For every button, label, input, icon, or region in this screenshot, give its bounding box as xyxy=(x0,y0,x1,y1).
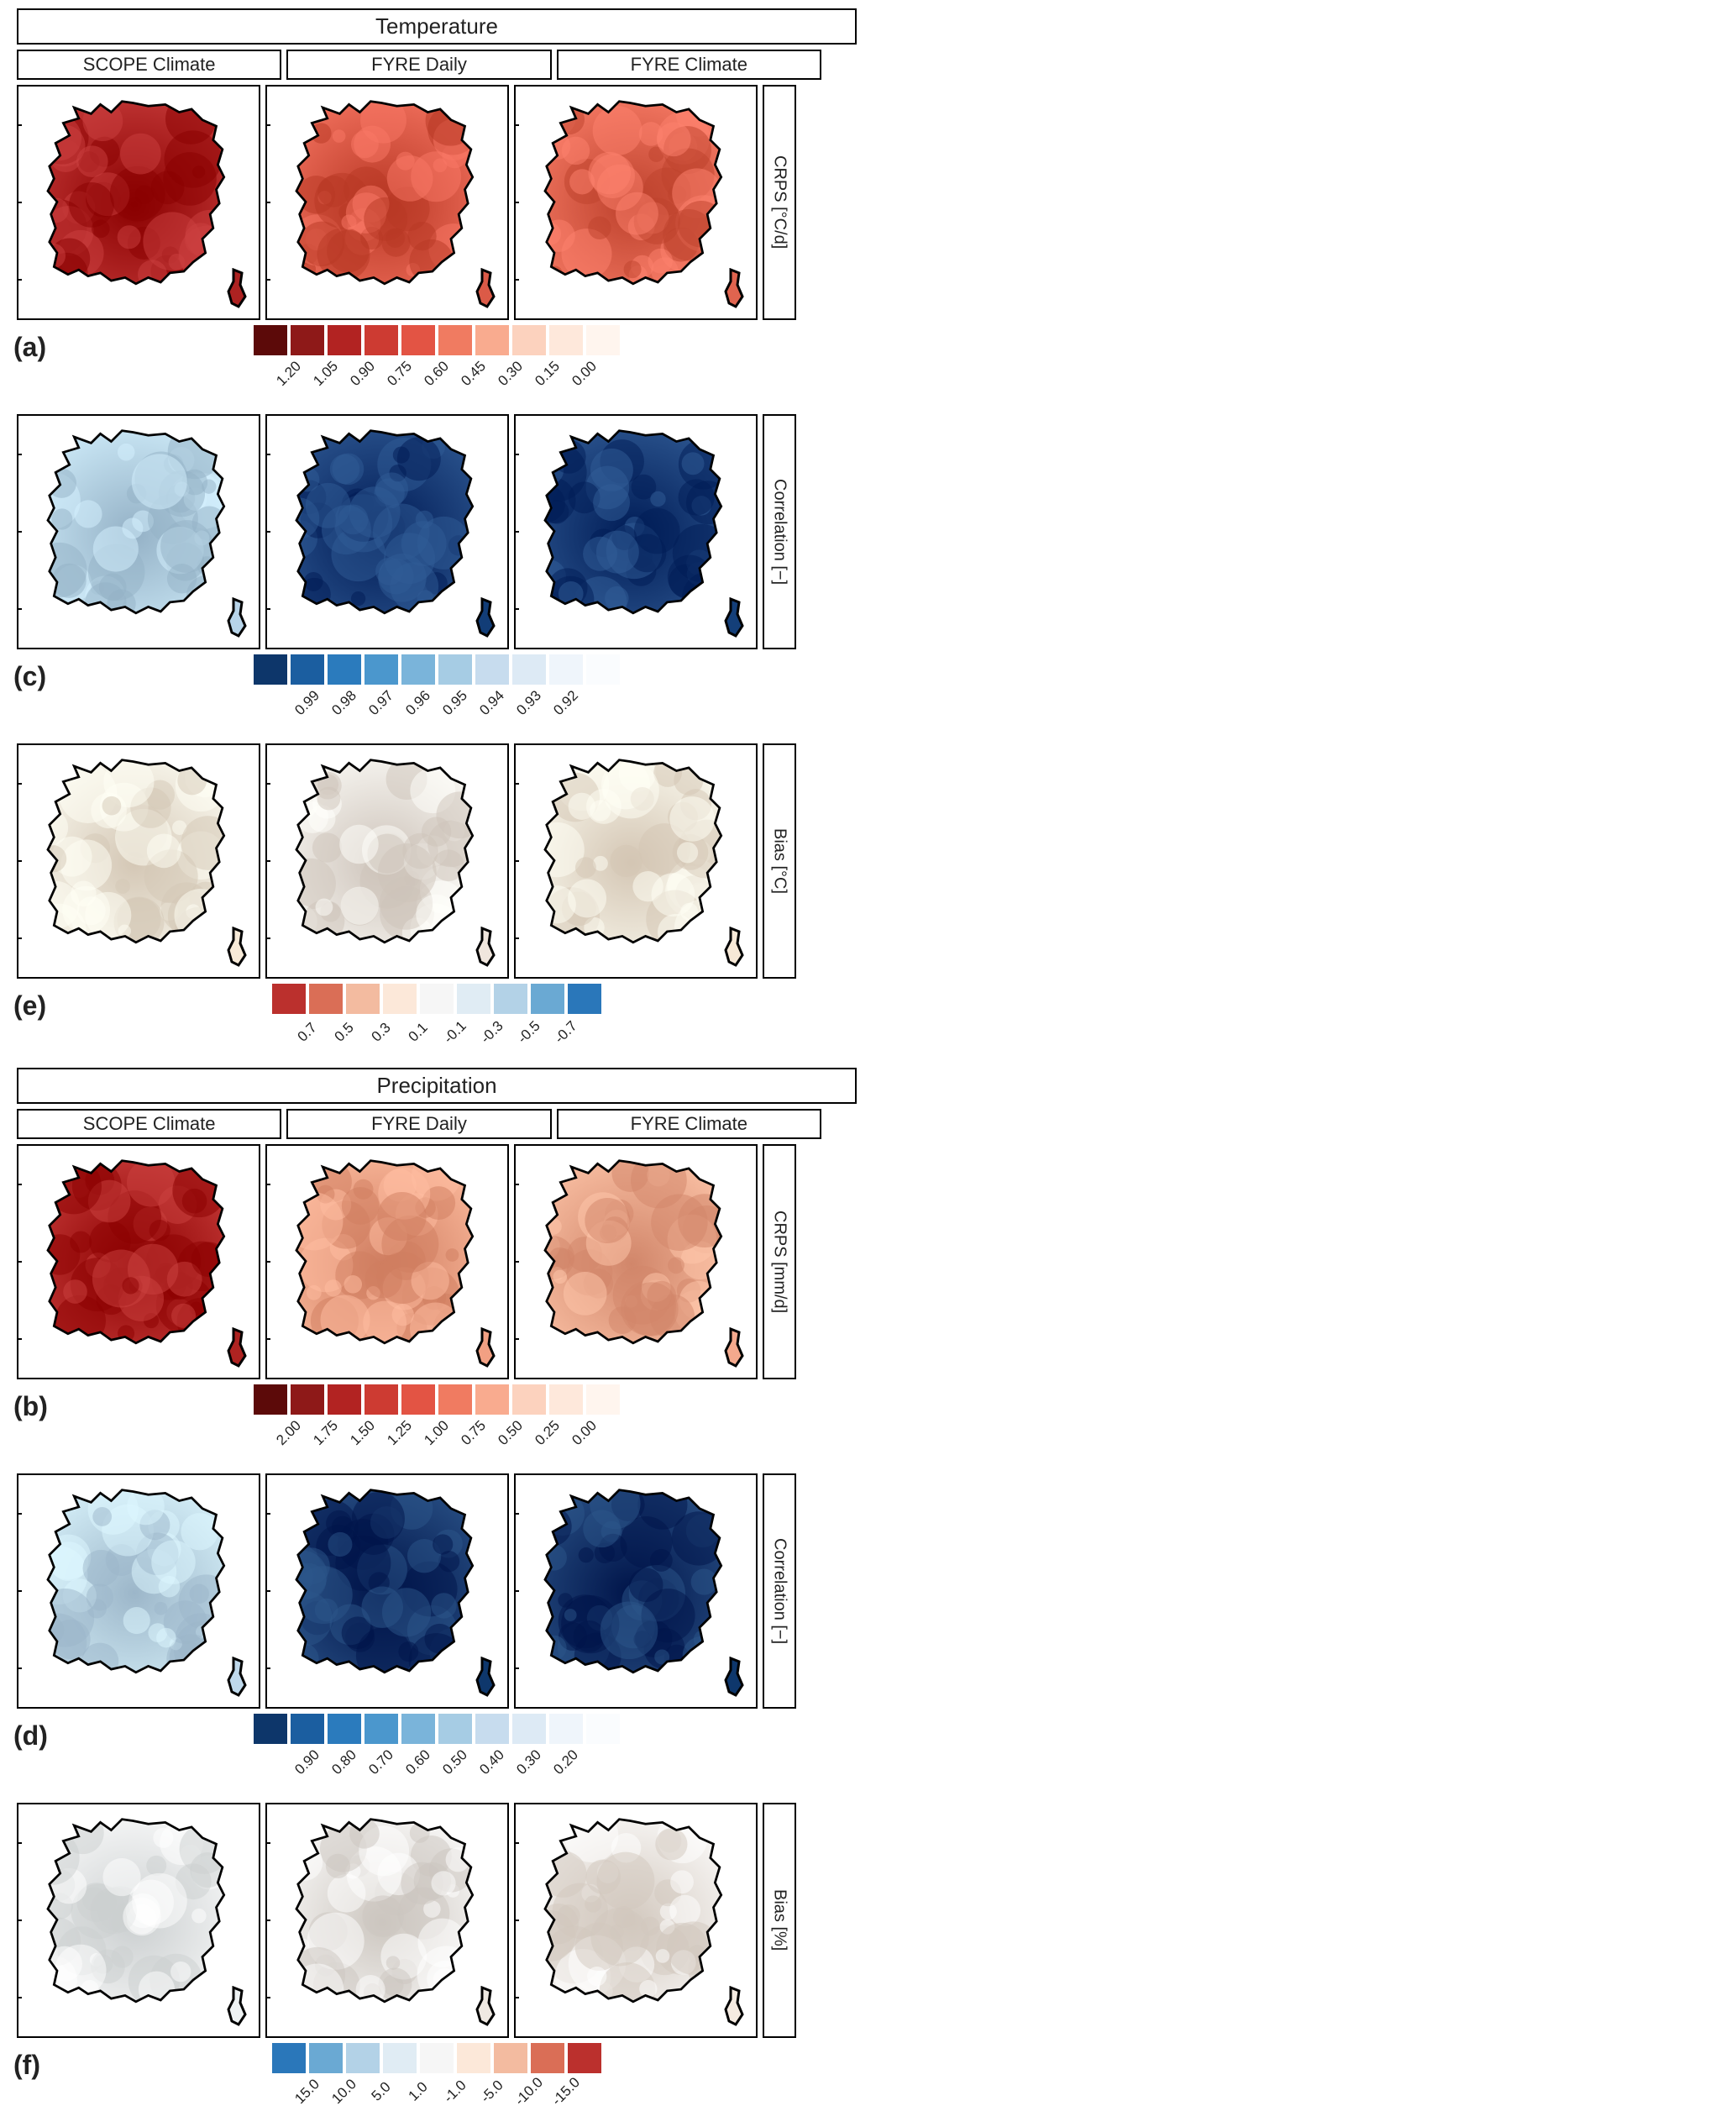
map-(e)-2 xyxy=(514,743,758,979)
legend-(c) xyxy=(17,654,857,685)
legend-(f) xyxy=(17,2043,857,2073)
map-(b)-2 xyxy=(514,1144,758,1379)
map-(a)-2 xyxy=(514,85,758,320)
column-title-temperature: Temperature xyxy=(17,8,857,45)
map-(c)-1 xyxy=(265,414,509,649)
map-(f)-1 xyxy=(265,1803,509,2038)
map-(a)-1 xyxy=(265,85,509,320)
panel-label-(f): (f) xyxy=(13,2050,40,2081)
header-scope: SCOPE Climate xyxy=(17,50,281,80)
column-precipitation: Precipitation SCOPE Climate FYRE Daily F… xyxy=(17,1068,857,2127)
header-scope-p: SCOPE Climate xyxy=(17,1109,281,1139)
legend-(a) xyxy=(17,325,857,355)
map-(a)-0 xyxy=(17,85,260,320)
map-(f)-2 xyxy=(514,1803,758,2038)
column-title-precipitation: Precipitation xyxy=(17,1068,857,1104)
map-(f)-0 xyxy=(17,1803,260,2038)
map-(d)-0 xyxy=(17,1473,260,1709)
map-(d)-2 xyxy=(514,1473,758,1709)
legend-ticks-(e): 0.70.50.30.1-0.1-0.3-0.5-0.7 xyxy=(17,1016,857,1041)
header-fyre-climate: FYRE Climate xyxy=(557,50,821,80)
strip-(b): CRPS [mm/d] xyxy=(763,1144,796,1379)
header-fyre-daily: FYRE Daily xyxy=(286,50,551,80)
strip-(c): Correlation [−] xyxy=(763,414,796,649)
strip-(a): CRPS [°C/d] xyxy=(763,85,796,320)
legend-ticks-(d): 0.900.800.700.600.500.400.300.20 xyxy=(17,1746,857,1771)
legend-(b) xyxy=(17,1384,857,1415)
map-(d)-1 xyxy=(265,1473,509,1709)
legend-ticks-(c): 0.990.980.970.960.950.940.930.92 xyxy=(17,686,857,712)
map-(b)-1 xyxy=(265,1144,509,1379)
panel-label-(e): (e) xyxy=(13,990,46,1021)
map-(c)-2 xyxy=(514,414,758,649)
legend-ticks-(a): 1.201.050.900.750.600.450.300.150.00 xyxy=(17,357,857,382)
strip-(e): Bias [°C] xyxy=(763,743,796,979)
legend-ticks-(b): 2.001.751.501.251.000.750.500.250.00 xyxy=(17,1416,857,1442)
panel-label-(c): (c) xyxy=(13,661,46,692)
map-(c)-0 xyxy=(17,414,260,649)
panel-label-(b): (b) xyxy=(13,1391,48,1422)
legend-(d) xyxy=(17,1714,857,1744)
strip-(d): Correlation [−] xyxy=(763,1473,796,1709)
header-fyre-daily-p: FYRE Daily xyxy=(286,1109,551,1139)
strip-(f): Bias [%] xyxy=(763,1803,796,2038)
map-(b)-0 xyxy=(17,1144,260,1379)
panel-label-(d): (d) xyxy=(13,1720,48,1751)
legend-(e) xyxy=(17,984,857,1014)
header-fyre-climate-p: FYRE Climate xyxy=(557,1109,821,1139)
panel-label-(a): (a) xyxy=(13,332,46,363)
map-(e)-1 xyxy=(265,743,509,979)
legend-ticks-(f): 15.010.05.01.0-1.0-5.0-10.0-15.0 xyxy=(17,2075,857,2100)
column-temperature: Temperature SCOPE Climate FYRE Daily FYR… xyxy=(17,8,857,1068)
map-(e)-0 xyxy=(17,743,260,979)
